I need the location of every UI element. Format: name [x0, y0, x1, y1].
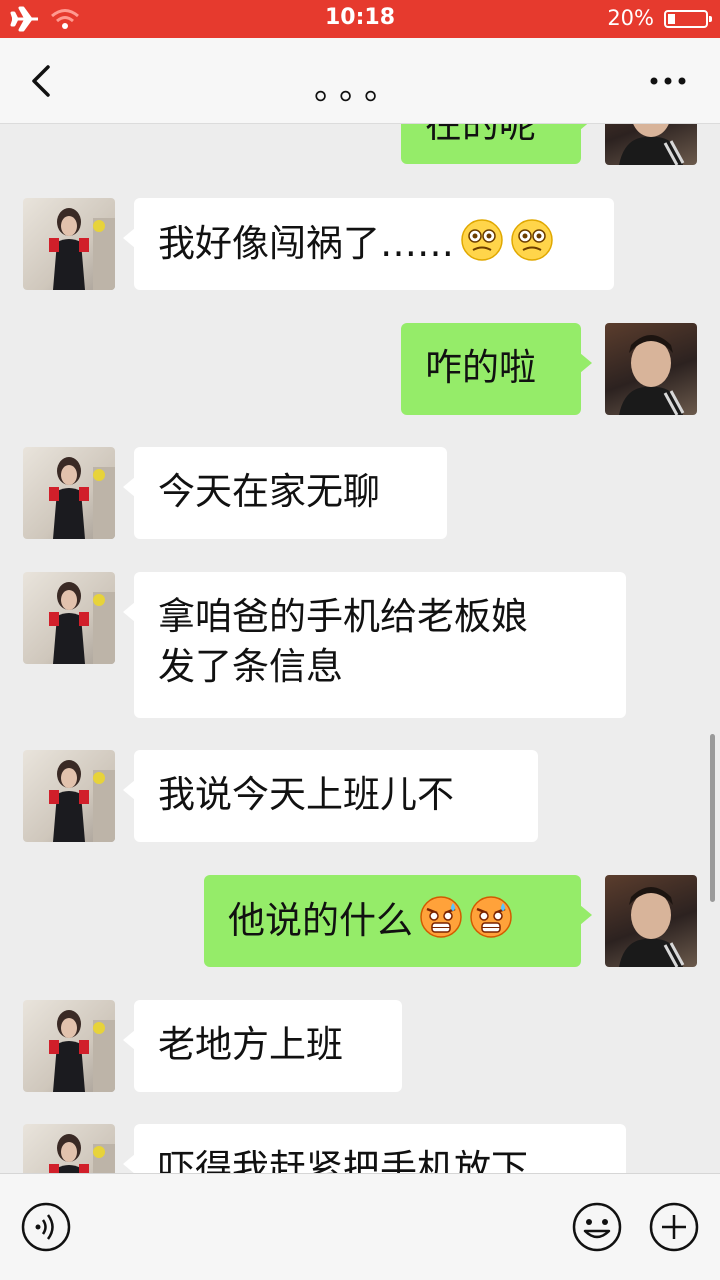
contact-avatar[interactable]: [23, 1000, 115, 1092]
boy-avatar-image: [619, 887, 685, 967]
outgoing-message[interactable]: 咋的啦: [401, 323, 592, 415]
message-text: 我说今天上班儿不: [158, 773, 454, 816]
girl-avatar-image: [49, 1134, 115, 1173]
battery-percent: 20%: [607, 6, 654, 30]
message-text: 老地方上班: [158, 1023, 343, 1066]
incoming-message[interactable]: 我好像闯祸了……: [123, 198, 614, 290]
outgoing-message[interactable]: 他说的什么: [204, 875, 592, 967]
girl-avatar-image: [49, 457, 115, 539]
angry-sweat-face-icon: [420, 896, 462, 938]
contact-avatar[interactable]: [23, 1124, 115, 1173]
outgoing-message[interactable]: 在的呢: [401, 124, 592, 164]
contact-avatar[interactable]: [23, 572, 115, 664]
girl-avatar-image: [49, 1010, 115, 1092]
input-bar: [0, 1173, 720, 1280]
message-text: 他说的什么: [228, 899, 413, 942]
incoming-message[interactable]: 拿咱爸的手机给老板娘 发了条信息: [123, 572, 626, 718]
chat-history[interactable]: 在的呢 我好像闯祸了…… 咋的啦 今天在家无聊 拿咱爸的手机给老板娘 发了条信息…: [0, 124, 720, 1173]
woozy-face-icon: [511, 219, 553, 261]
message-input[interactable]: [92, 1199, 548, 1255]
contact-avatar[interactable]: [23, 447, 115, 539]
contact-avatar[interactable]: [23, 198, 115, 290]
girl-avatar-image: [49, 208, 115, 290]
nav-bar: 。。。: [0, 38, 720, 124]
battery-fill: [668, 14, 675, 24]
ellipsis-icon[interactable]: [650, 76, 686, 86]
incoming-message[interactable]: 吓得我赶紧把手机放下: [123, 1124, 626, 1173]
message-text-line: 拿咱爸的手机给老板娘: [158, 595, 528, 638]
my-avatar[interactable]: [605, 875, 697, 967]
message-text: 在的呢: [425, 124, 536, 146]
message-text: 咋的啦: [425, 346, 536, 389]
message-text: 今天在家无聊: [158, 470, 380, 513]
incoming-message[interactable]: 今天在家无聊: [123, 447, 447, 539]
chat-title: 。。。: [314, 68, 406, 108]
smiley-icon[interactable]: [571, 1201, 623, 1253]
incoming-message[interactable]: 我说今天上班儿不: [123, 750, 538, 842]
boy-avatar-image: [619, 124, 685, 165]
scrollbar[interactable]: [710, 734, 715, 902]
battery-icon: [664, 10, 712, 28]
girl-avatar-image: [49, 582, 115, 664]
plus-icon[interactable]: [648, 1201, 700, 1253]
girl-avatar-image: [49, 760, 115, 842]
angry-sweat-face-icon: [470, 896, 512, 938]
message-text: 我好像闯祸了……: [158, 222, 454, 265]
contact-avatar[interactable]: [23, 750, 115, 842]
my-avatar[interactable]: [605, 124, 697, 165]
status-bar: 10:18 20%: [0, 0, 720, 38]
message-text: 吓得我赶紧把手机放下: [158, 1147, 528, 1173]
voice-icon[interactable]: [20, 1201, 72, 1253]
boy-avatar-image: [619, 335, 685, 415]
incoming-message[interactable]: 老地方上班: [123, 1000, 402, 1092]
my-avatar[interactable]: [605, 323, 697, 415]
woozy-face-icon: [461, 219, 503, 261]
message-text-line: 发了条信息: [158, 645, 343, 688]
